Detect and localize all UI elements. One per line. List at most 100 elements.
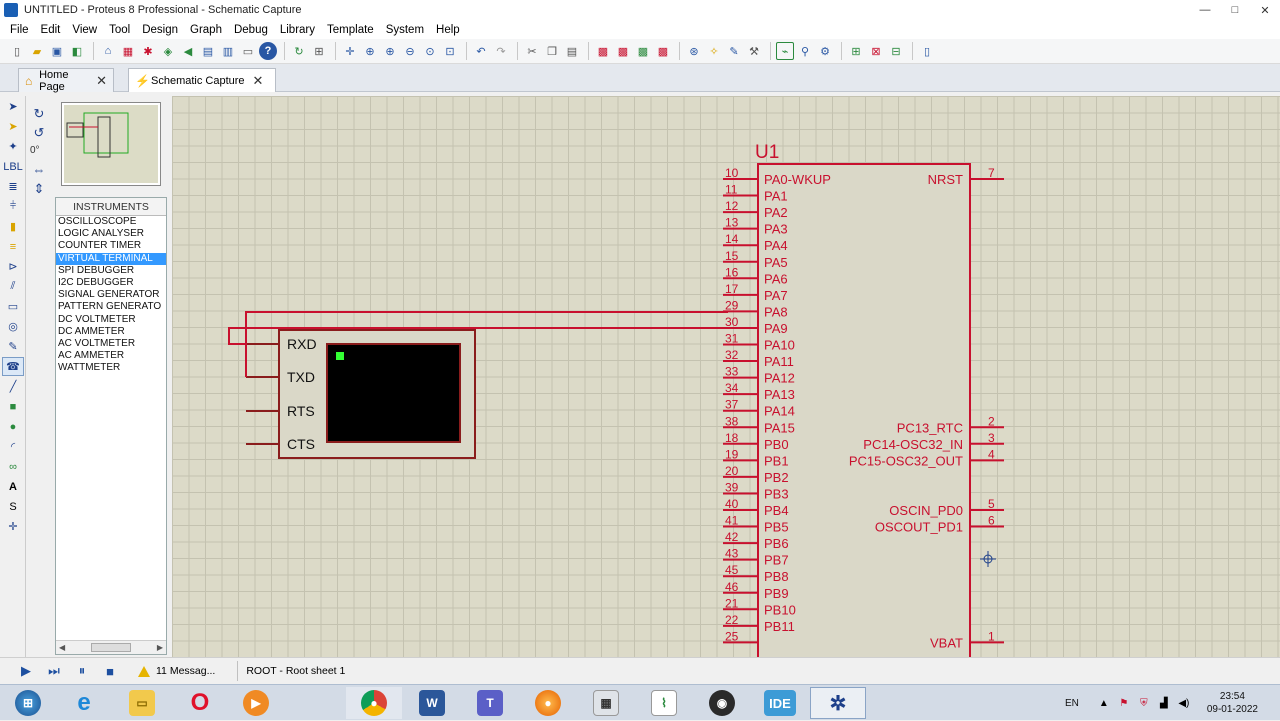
box-icon[interactable]: ■ bbox=[2, 397, 24, 416]
taskbar-internet-explorer[interactable]: e bbox=[56, 687, 112, 719]
search-icon[interactable]: ⚲ bbox=[796, 42, 814, 60]
minimize-button[interactable]: — bbox=[1190, 0, 1220, 20]
3d-icon[interactable]: ◈ bbox=[159, 42, 177, 60]
probe-icon[interactable]: ✎ bbox=[2, 337, 24, 356]
instrument-item[interactable]: SIGNAL GENERATOR bbox=[56, 289, 166, 301]
remove-sheet-icon[interactable]: ⊠ bbox=[867, 42, 885, 60]
import-icon[interactable]: ◧ bbox=[68, 42, 86, 60]
pause-icon[interactable]: ⏸ bbox=[68, 660, 96, 682]
circle-icon[interactable]: ● bbox=[2, 417, 24, 436]
block-delete-icon[interactable]: ▩ bbox=[654, 42, 672, 60]
pan-icon[interactable]: ⊕ bbox=[361, 42, 379, 60]
marker-icon[interactable]: ✛ bbox=[2, 517, 24, 536]
bom-icon[interactable]: ▥ bbox=[219, 42, 237, 60]
instrument-item[interactable]: SPI DEBUGGER bbox=[56, 265, 166, 277]
refresh-icon[interactable]: ↻ bbox=[290, 42, 308, 60]
make-device-icon[interactable]: ✧ bbox=[705, 42, 723, 60]
report-icon[interactable]: ▯ bbox=[918, 42, 936, 60]
taskbar-calculator[interactable]: ▦ bbox=[578, 687, 634, 719]
instrument-item[interactable]: I2C DEBUGGER bbox=[56, 277, 166, 289]
subcircuit-icon[interactable]: ▮ bbox=[2, 217, 24, 236]
scroll-right-icon[interactable]: ▶ bbox=[157, 643, 163, 652]
open-folder-icon[interactable]: ▰ bbox=[28, 42, 46, 60]
taskbar-media-player[interactable]: ▶ bbox=[228, 687, 284, 719]
component-mode-icon[interactable]: ➤ bbox=[2, 117, 24, 136]
wire-label-icon[interactable]: LBL bbox=[2, 157, 24, 176]
zoom-area-icon[interactable]: ⊡ bbox=[441, 42, 459, 60]
symbol-icon[interactable]: S bbox=[2, 497, 24, 516]
stop-icon[interactable]: ■ bbox=[96, 660, 124, 682]
tape-recorder-icon[interactable]: ▭ bbox=[2, 297, 24, 316]
security-icon[interactable]: ⛨ bbox=[1137, 696, 1151, 710]
menu-help[interactable]: Help bbox=[430, 24, 466, 36]
taskbar-firefox[interactable]: ● bbox=[520, 687, 576, 719]
selection-mode-icon[interactable]: ➤ bbox=[2, 97, 24, 116]
block-move-icon[interactable]: ▩ bbox=[614, 42, 632, 60]
rotation-angle[interactable]: 0° bbox=[28, 142, 52, 160]
design-explorer-icon[interactable]: ▤ bbox=[199, 42, 217, 60]
buses-icon[interactable]: ⫩ bbox=[2, 197, 24, 216]
block-copy-icon[interactable]: ▩ bbox=[594, 42, 612, 60]
instrument-item[interactable]: COUNTER TIMER bbox=[56, 240, 166, 252]
system-clock[interactable]: 23:54 09-01-2022 bbox=[1207, 690, 1258, 716]
pick-device-icon[interactable]: ⊛ bbox=[685, 42, 703, 60]
instrument-item-selected[interactable]: VIRTUAL TERMINAL bbox=[56, 252, 166, 265]
tab-schematic-capture[interactable]: ⚡ Schematic Capture ✕ bbox=[128, 68, 276, 92]
menu-view[interactable]: View bbox=[66, 24, 103, 36]
block-rotate-icon[interactable]: ▩ bbox=[634, 42, 652, 60]
packaging-icon[interactable]: ✎ bbox=[725, 42, 743, 60]
zoom-out-icon[interactable]: ⊖ bbox=[401, 42, 419, 60]
help-icon[interactable]: ? bbox=[259, 42, 277, 60]
mirror-vertical-icon[interactable]: ⇕ bbox=[28, 179, 50, 198]
save-icon[interactable]: ▣ bbox=[48, 42, 66, 60]
input-language[interactable]: EN bbox=[1065, 698, 1079, 709]
menu-debug[interactable]: Debug bbox=[228, 24, 274, 36]
taskbar-ide[interactable]: IDE bbox=[752, 687, 808, 719]
instrument-item[interactable]: AC VOLTMETER bbox=[56, 338, 166, 350]
taskbar-file-explorer[interactable]: ▭ bbox=[114, 687, 170, 719]
menu-edit[interactable]: Edit bbox=[35, 24, 67, 36]
paste-icon[interactable]: ▤ bbox=[563, 42, 581, 60]
taskbar-word[interactable]: W bbox=[404, 687, 460, 719]
menu-graph[interactable]: Graph bbox=[184, 24, 228, 36]
grid-icon[interactable]: ⊞ bbox=[310, 42, 328, 60]
zoom-all-icon[interactable]: ⊙ bbox=[421, 42, 439, 60]
new-file-icon[interactable]: ▯ bbox=[8, 42, 26, 60]
wire-autorouter-icon[interactable]: ⌁ bbox=[776, 42, 794, 60]
rotate-clockwise-icon[interactable]: ↻ bbox=[28, 104, 50, 123]
schematic-canvas[interactable]: RXD TXD RTS CTS U1 10 PA0-WKUP 11 PA1 12 PA2 1… bbox=[172, 96, 1280, 657]
taskbar-opera[interactable]: O bbox=[172, 687, 228, 719]
menu-system[interactable]: System bbox=[380, 24, 430, 36]
maximize-button[interactable]: □ bbox=[1220, 0, 1250, 20]
mirror-horizontal-icon[interactable]: ⇔ bbox=[28, 160, 50, 179]
menu-file[interactable]: File bbox=[4, 24, 35, 36]
property-tool-icon[interactable]: ⚙ bbox=[816, 42, 834, 60]
stm32-chip-u1[interactable]: U1 10 PA0-WKUP11 PA112 PA213 PA314 PA415 PA516… bbox=[723, 142, 1004, 657]
undo-icon[interactable]: ↶ bbox=[472, 42, 490, 60]
new-sheet-icon[interactable]: ⊞ bbox=[847, 42, 865, 60]
message-indicator[interactable]: 11 Messag... bbox=[138, 665, 215, 677]
show-hidden-icons-icon[interactable]: ▲ bbox=[1097, 696, 1111, 710]
taskbar-graph-app[interactable]: ⌇ bbox=[636, 687, 692, 719]
horizontal-scrollbar[interactable]: ◀ ▶ bbox=[56, 640, 166, 654]
redo-icon[interactable]: ↷ bbox=[492, 42, 510, 60]
volume-icon[interactable]: ◀) bbox=[1177, 696, 1191, 710]
network-icon[interactable]: ▟ bbox=[1157, 696, 1171, 710]
schematic-icon[interactable]: ▦ bbox=[119, 42, 137, 60]
taskbar-obs[interactable]: ◉ bbox=[694, 687, 750, 719]
decompose-icon[interactable]: ⚒ bbox=[745, 42, 763, 60]
menu-design[interactable]: Design bbox=[136, 24, 184, 36]
copy-icon[interactable]: ❐ bbox=[543, 42, 561, 60]
instrument-item[interactable]: LOGIC ANALYSER bbox=[56, 228, 166, 240]
taskbar-chrome[interactable]: ● bbox=[346, 687, 402, 719]
line-icon[interactable]: ╱ bbox=[2, 377, 24, 396]
action-center-icon[interactable]: ⚑ bbox=[1117, 696, 1131, 710]
cut-icon[interactable]: ✂ bbox=[523, 42, 541, 60]
text-script-icon[interactable]: ≣ bbox=[2, 177, 24, 196]
menu-tool[interactable]: Tool bbox=[103, 24, 136, 36]
play-icon[interactable]: ▶ bbox=[12, 660, 40, 682]
netlist-icon[interactable]: ⊟ bbox=[887, 42, 905, 60]
tab-home-page[interactable]: ⌂ Home Page ✕ bbox=[18, 68, 114, 93]
home-icon[interactable]: ⌂ bbox=[99, 42, 117, 60]
virtual-instruments-icon[interactable]: ☎ bbox=[2, 357, 24, 376]
